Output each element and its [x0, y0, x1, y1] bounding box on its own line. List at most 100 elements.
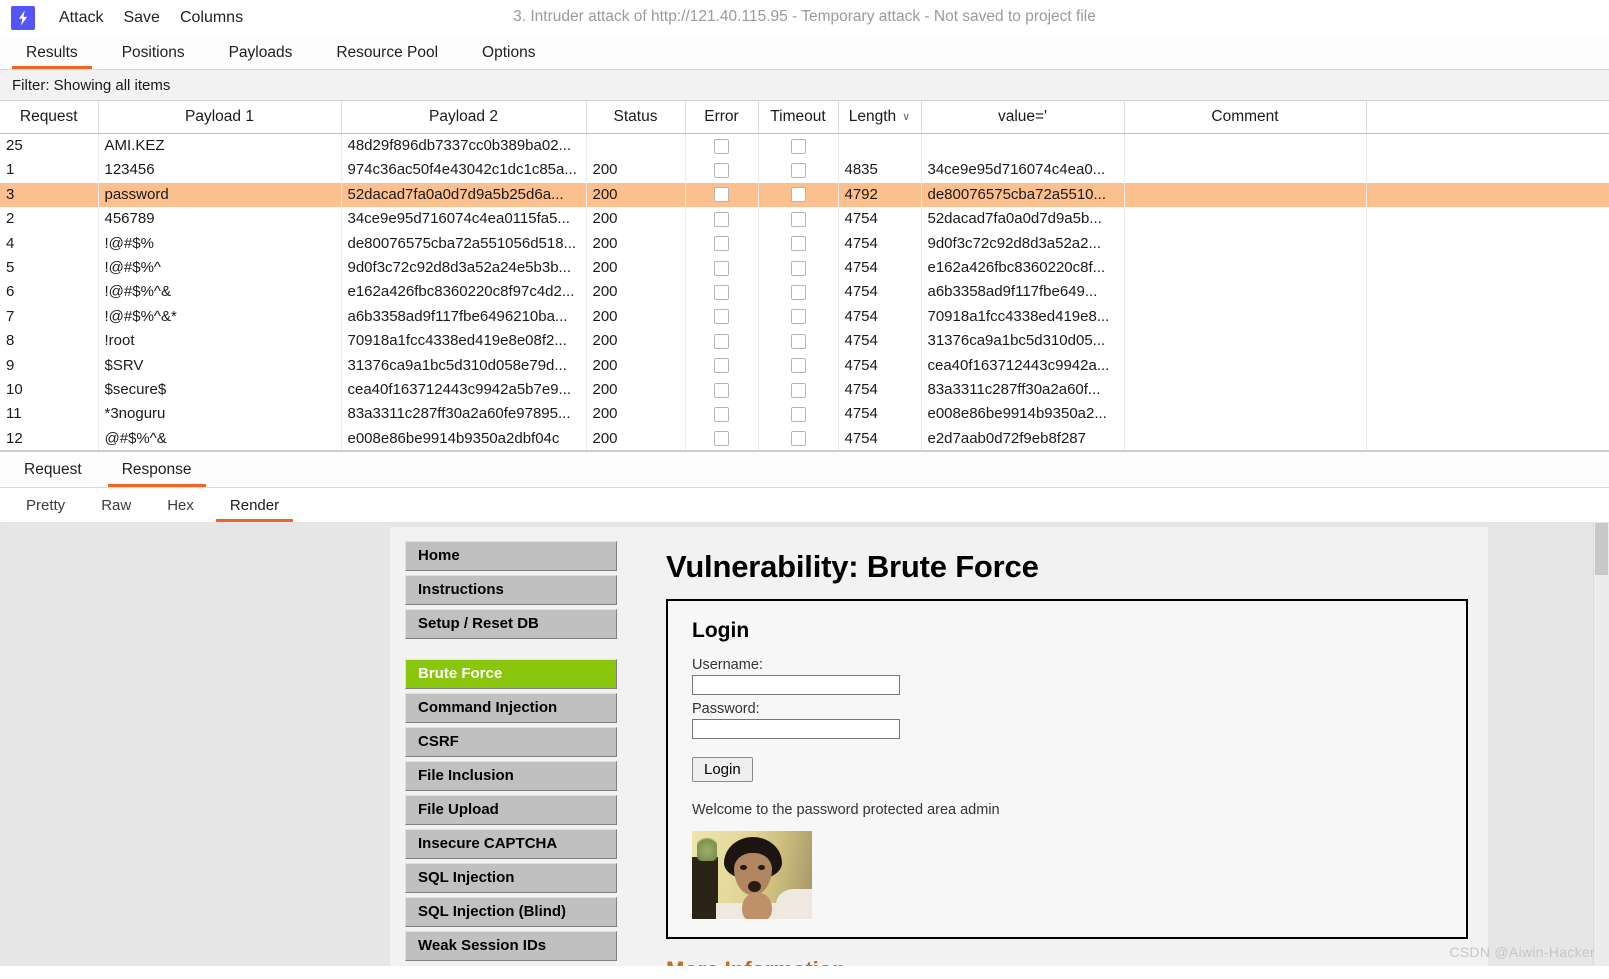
table-row[interactable]: 10 $secure$ cea40f163712443c9942a5b7e9... 2… — [0, 378, 1609, 403]
tab-resource-pool[interactable]: Resource Pool — [314, 36, 460, 69]
nav-item-sql-injection-blind[interactable]: SQL Injection (Blind) — [405, 897, 617, 927]
column-header-error[interactable]: Error — [685, 101, 759, 134]
nav-item-weak-session-ids[interactable]: Weak Session IDs — [405, 931, 617, 961]
nav-item-csrf[interactable]: CSRF — [405, 727, 617, 757]
cell-timeout[interactable] — [758, 378, 839, 403]
table-row[interactable]: 8 !root 70918a1fcc4338ed419e8e08f2... 200 47… — [0, 329, 1609, 354]
error-checkbox[interactable] — [714, 187, 729, 203]
cell-error[interactable] — [685, 133, 759, 159]
timeout-checkbox[interactable] — [790, 211, 806, 227]
timeout-checkbox[interactable] — [790, 138, 806, 154]
cell-error[interactable] — [685, 182, 759, 208]
tab-options[interactable]: Options — [460, 36, 557, 69]
cell-error[interactable] — [685, 402, 759, 427]
render-scrollbar-track[interactable] — [1593, 523, 1609, 966]
tab-pretty[interactable]: Pretty — [8, 488, 83, 522]
render-scrollbar-thumb[interactable] — [1595, 523, 1608, 575]
column-header-payload-1[interactable]: Payload 1 — [98, 101, 342, 134]
cell-timeout[interactable] — [758, 304, 839, 330]
menu-item-columns[interactable]: Columns — [170, 7, 253, 29]
cell-timeout[interactable] — [758, 158, 839, 183]
error-checkbox[interactable] — [714, 162, 729, 178]
table-row[interactable]: 4 !@#$% de80076575cba72a551056d518... 200 47… — [0, 231, 1609, 257]
nav-item-command-injection[interactable]: Command Injection — [405, 693, 617, 723]
nav-item-insecure-captcha[interactable]: Insecure CAPTCHA — [405, 829, 617, 859]
cell-error[interactable] — [685, 378, 759, 403]
render-pane[interactable]: Home Instructions Setup / Reset DB Brute Fo… — [0, 523, 1609, 966]
tab-results[interactable]: Results — [4, 36, 100, 69]
table-row[interactable]: 11 *3noguru 83a3311c287ff30a2a60fe97895...… — [0, 402, 1609, 427]
table-row[interactable]: 5 !@#$%^ 9d0f3c72c92d8d3a52a24e5b3b... 200 4… — [0, 256, 1609, 281]
cell-error[interactable] — [685, 231, 759, 257]
column-header-payload-2[interactable]: Payload 2 — [341, 101, 587, 134]
error-checkbox[interactable] — [714, 431, 729, 447]
timeout-checkbox[interactable] — [790, 284, 806, 300]
tab-positions[interactable]: Positions — [100, 36, 207, 69]
cell-error[interactable] — [685, 353, 759, 379]
cell-timeout[interactable] — [758, 182, 839, 208]
tab-raw[interactable]: Raw — [83, 488, 149, 522]
column-header-length[interactable]: Length ∨ — [838, 101, 922, 134]
tab-response[interactable]: Response — [102, 452, 212, 487]
timeout-checkbox[interactable] — [790, 187, 806, 203]
cell-timeout[interactable] — [758, 280, 839, 305]
menu-item-save[interactable]: Save — [113, 7, 169, 29]
table-row[interactable]: 9 $SRV 31376ca9a1bc5d310d058e79d... 200 4754… — [0, 353, 1609, 379]
error-checkbox[interactable] — [714, 284, 729, 300]
error-checkbox[interactable] — [714, 407, 729, 422]
error-checkbox[interactable] — [714, 382, 729, 398]
nav-item-brute-force[interactable]: Brute Force — [405, 659, 617, 689]
nav-item-setup-reset-db[interactable]: Setup / Reset DB — [405, 609, 617, 639]
cell-timeout[interactable] — [758, 207, 839, 232]
password-input[interactable] — [692, 719, 900, 739]
cell-timeout[interactable] — [758, 256, 839, 281]
cell-error[interactable] — [685, 207, 759, 232]
error-checkbox[interactable] — [714, 309, 729, 325]
table-row[interactable]: 25 AMI.KEZ 48d29f896db7337cc0b389ba02... — [0, 133, 1609, 159]
menu-item-attack[interactable]: Attack — [49, 7, 113, 29]
column-header-status[interactable]: Status — [586, 101, 686, 134]
cell-error[interactable] — [685, 329, 759, 354]
timeout-checkbox[interactable] — [790, 382, 806, 398]
results-table-container[interactable]: Request Payload 1 Payload 2 Status Error… — [0, 101, 1609, 452]
column-header-timeout[interactable]: Timeout — [758, 101, 839, 134]
timeout-checkbox[interactable] — [790, 333, 806, 349]
column-header-comment[interactable]: Comment — [1124, 101, 1367, 134]
table-row[interactable]: 1 123456 974c36ac50f4e43042c1dc1c85a... 200… — [0, 158, 1609, 183]
table-row[interactable]: 12 @#$%^& e008e86be9914b9350a2dbf04c 200 475… — [0, 426, 1609, 450]
cell-timeout[interactable] — [758, 353, 839, 379]
error-checkbox[interactable] — [714, 138, 729, 154]
cell-timeout[interactable] — [758, 402, 839, 427]
tab-request[interactable]: Request — [4, 452, 102, 487]
error-checkbox[interactable] — [714, 358, 729, 374]
table-row[interactable]: 3 password 52dacad7fa0a0d7d9a5b25d6a... 200… — [0, 182, 1609, 208]
tab-hex[interactable]: Hex — [149, 488, 212, 522]
error-checkbox[interactable] — [714, 211, 729, 227]
tab-payloads[interactable]: Payloads — [207, 36, 315, 69]
cell-timeout[interactable] — [758, 329, 839, 354]
cell-error[interactable] — [685, 426, 759, 450]
cell-error[interactable] — [685, 158, 759, 183]
timeout-checkbox[interactable] — [790, 358, 806, 374]
error-checkbox[interactable] — [714, 260, 729, 276]
filter-bar[interactable]: Filter: Showing all items — [0, 70, 1609, 101]
error-checkbox[interactable] — [714, 333, 729, 349]
nav-item-file-upload[interactable]: File Upload — [405, 795, 617, 825]
timeout-checkbox[interactable] — [790, 309, 806, 325]
cell-timeout[interactable] — [758, 133, 839, 159]
column-header-request[interactable]: Request — [0, 101, 99, 134]
tab-render[interactable]: Render — [212, 488, 297, 522]
timeout-checkbox[interactable] — [790, 431, 806, 447]
cell-error[interactable] — [685, 304, 759, 330]
cell-error[interactable] — [685, 280, 759, 305]
login-submit-button[interactable]: Login — [692, 757, 753, 782]
timeout-checkbox[interactable] — [790, 407, 806, 422]
table-row[interactable]: 6 !@#$%^& e162a426fbc8360220c8f97c4d2... 20… — [0, 280, 1609, 305]
timeout-checkbox[interactable] — [790, 236, 806, 252]
column-header-value[interactable]: value=' — [921, 101, 1125, 134]
nav-item-file-inclusion[interactable]: File Inclusion — [405, 761, 617, 791]
error-checkbox[interactable] — [714, 236, 729, 252]
nav-item-sql-injection[interactable]: SQL Injection — [405, 863, 617, 893]
cell-timeout[interactable] — [758, 426, 839, 450]
nav-item-home[interactable]: Home — [405, 541, 617, 571]
